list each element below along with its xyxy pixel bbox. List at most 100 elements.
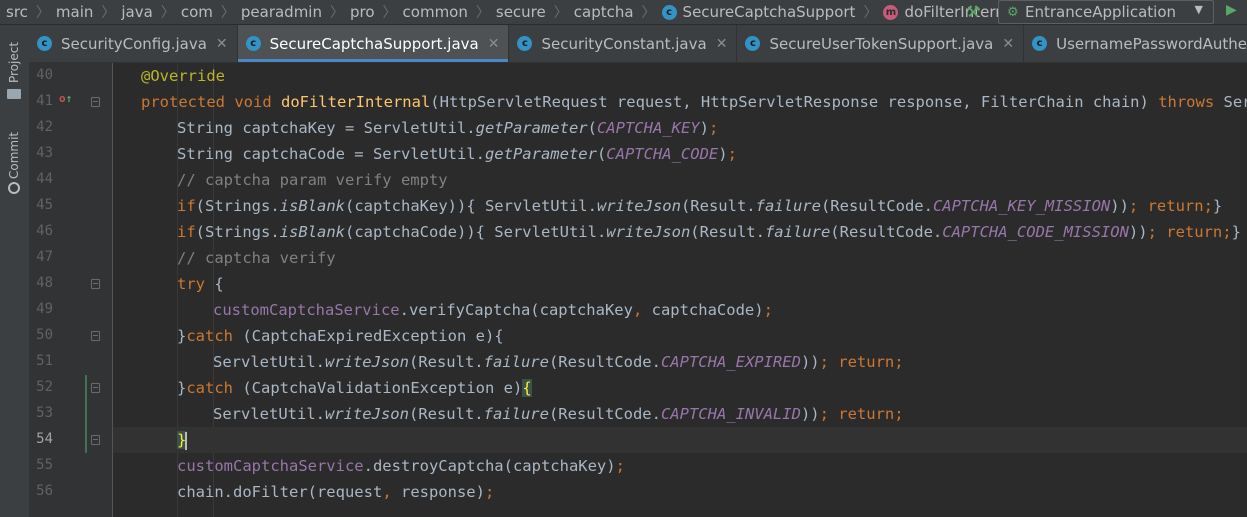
- code-line[interactable]: customCaptchaService.verifyCaptcha(captc…: [113, 297, 1247, 323]
- code-line[interactable]: customCaptchaService.destroyCaptcha(capt…: [113, 453, 1247, 479]
- code-token: ;: [727, 145, 737, 163]
- breadcrumb-item[interactable]: pearadmin: [241, 3, 326, 21]
- gutter-line[interactable]: 56: [29, 479, 112, 505]
- code-line[interactable]: chain.doFilter(request, response);: [113, 479, 1247, 505]
- code-token: ServletUtil.: [213, 353, 325, 371]
- chevron-right-icon: 〉: [475, 5, 490, 21]
- editor-tab[interactable]: c SecureCaptchaSupport.java ✕: [237, 25, 510, 62]
- code-line[interactable]: protected void doFilterInternal(HttpServ…: [113, 89, 1247, 115]
- code-editor[interactable]: @Override protected void doFilterInternal…: [113, 63, 1247, 517]
- code-line[interactable]: ServletUtil.writeJson(Result.failure(Res…: [113, 349, 1247, 375]
- fold-toggle-icon[interactable]: [91, 435, 100, 445]
- gutter-line[interactable]: 46: [29, 219, 112, 245]
- code-line[interactable]: }: [113, 427, 1247, 453]
- close-icon[interactable]: ✕: [488, 36, 500, 52]
- code-token: ,: [382, 483, 401, 501]
- breadcrumb-item[interactable]: src: [6, 3, 32, 21]
- code-token: ; return;: [1147, 223, 1232, 241]
- vcs-change-marker[interactable]: [85, 401, 87, 427]
- tab-label: SecurityConstant.java: [541, 34, 707, 53]
- code-line[interactable]: if(Strings.isBlank(captchaCode)){ Servle…: [113, 219, 1247, 245]
- class-c-icon: c: [517, 36, 533, 51]
- close-icon[interactable]: ✕: [1002, 36, 1014, 52]
- gutter-line[interactable]: 44: [29, 167, 112, 193]
- code-line[interactable]: }catch (CaptchaExpiredException e){: [113, 323, 1247, 349]
- code-line[interactable]: @Override: [113, 63, 1247, 89]
- override-method-icon[interactable]: o↑: [59, 92, 72, 105]
- close-icon[interactable]: ✕: [216, 36, 228, 52]
- code-token: catch: [186, 379, 243, 397]
- class-c-icon: c: [1032, 36, 1048, 51]
- gutter-line[interactable]: 53: [29, 401, 112, 427]
- breadcrumb-class-item[interactable]: c SecureCaptchaSupport: [661, 3, 860, 21]
- line-number: 47: [36, 249, 53, 265]
- vcs-change-marker[interactable]: [85, 427, 87, 453]
- code-line[interactable]: }catch (CaptchaValidationException e){: [113, 375, 1247, 401]
- breadcrumb-item[interactable]: com: [181, 3, 217, 21]
- project-tool-window-button[interactable]: Project: [0, 35, 29, 105]
- code-token: ): [718, 145, 728, 163]
- fold-toggle-icon[interactable]: [91, 383, 100, 393]
- code-line[interactable]: try {: [113, 271, 1247, 297]
- editor-tab-bar: c SecurityConfig.java ✕ c SecureCaptchaSuppo…: [29, 25, 1247, 63]
- code-token: ServletUtil.: [213, 405, 325, 423]
- fold-toggle-icon[interactable]: [91, 331, 100, 341]
- breadcrumb-item[interactable]: secure: [496, 3, 550, 21]
- code-token: {: [214, 275, 224, 293]
- code-line[interactable]: if(Strings.isBlank(captchaKey)){ Servlet…: [113, 193, 1247, 219]
- editor-tab[interactable]: c UsernamePasswordAuthentica: [1024, 25, 1247, 62]
- gutter-line[interactable]: 40: [29, 63, 112, 89]
- gutter-line[interactable]: 43: [29, 141, 112, 167]
- gutter-line[interactable]: 45: [29, 193, 112, 219]
- editor-tab[interactable]: c SecurityConstant.java ✕: [509, 25, 738, 62]
- code-line[interactable]: // captcha param verify empty: [113, 167, 1247, 193]
- chevron-right-icon: 〉: [101, 5, 116, 21]
- gutter-line[interactable]: 55: [29, 453, 112, 479]
- gutter-line[interactable]: 49: [29, 297, 112, 323]
- close-icon[interactable]: ✕: [716, 36, 728, 52]
- code-line[interactable]: // captcha verify: [113, 245, 1247, 271]
- code-token: CAPTCHA_CODE_MISSION: [942, 223, 1129, 241]
- gutter-line[interactable]: 41 o↑: [29, 89, 112, 115]
- play-icon[interactable]: ▶: [1226, 2, 1237, 18]
- vcs-change-marker[interactable]: [85, 375, 87, 401]
- fold-toggle-icon[interactable]: [91, 279, 100, 289]
- gutter-line[interactable]: 50: [29, 323, 112, 349]
- editor-tab[interactable]: c SecureUserTokenSupport.java ✕: [737, 25, 1025, 62]
- breadcrumb-item[interactable]: pro: [350, 3, 379, 21]
- code-token: response): [400, 483, 485, 501]
- gutter-line[interactable]: 51: [29, 349, 112, 375]
- breadcrumb-item[interactable]: captcha: [574, 3, 638, 21]
- code-token: )): [800, 353, 820, 371]
- tab-label: SecureCaptchaSupport.java: [269, 34, 479, 53]
- line-number: 41: [36, 93, 53, 109]
- breadcrumb-item[interactable]: java: [121, 3, 156, 21]
- gutter-line[interactable]: 42: [29, 115, 112, 141]
- gutter-line[interactable]: 47: [29, 245, 112, 271]
- editor-tab[interactable]: c SecurityConfig.java ✕: [29, 25, 238, 62]
- code-token: if: [177, 223, 196, 241]
- code-token: (captchaCode)){ ServletUtil.: [345, 223, 607, 241]
- gutter-line[interactable]: 52: [29, 375, 112, 401]
- code-token: isBlank: [279, 223, 345, 241]
- breadcrumb-item[interactable]: main: [56, 3, 97, 21]
- code-token: try: [177, 275, 215, 293]
- code-line[interactable]: ServletUtil.writeJson(Result.failure(Res…: [113, 401, 1247, 427]
- code-token: captchaCode): [651, 301, 764, 319]
- hammer-icon[interactable]: ⚒: [962, 1, 984, 23]
- run-configuration-select[interactable]: ⚙ EntranceApplication ▼: [998, 0, 1214, 24]
- code-token: getParameter: [484, 145, 597, 163]
- code-token: CAPTCHA_EXPIRED: [660, 353, 801, 371]
- code-token: isBlank: [279, 197, 345, 215]
- fold-toggle-icon[interactable]: [91, 97, 100, 107]
- code-line[interactable]: String captchaCode = ServletUtil.getPara…: [113, 141, 1247, 167]
- code-token: writeJson: [596, 197, 681, 215]
- gutter-line[interactable]: 54: [29, 427, 112, 453]
- code-token: }: [177, 327, 187, 345]
- code-line[interactable]: String captchaKey = ServletUtil.getParam…: [113, 115, 1247, 141]
- commit-tool-window-button[interactable]: Commit: [0, 125, 29, 205]
- code-token: (: [596, 145, 607, 163]
- gutter-line[interactable]: 48: [29, 271, 112, 297]
- breadcrumb-item[interactable]: common: [403, 3, 472, 21]
- code-token: (Result.: [408, 353, 484, 371]
